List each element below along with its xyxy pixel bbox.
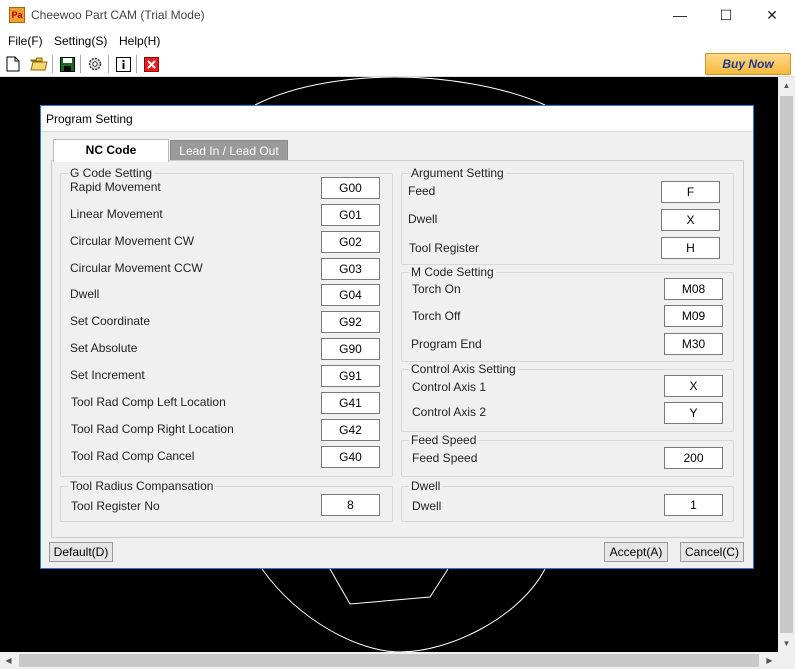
menu-file[interactable]: File(F): [8, 34, 43, 48]
nc-code-tab-page: G Code Setting Rapid Movement G00 Linear M…: [51, 160, 744, 538]
menu-help[interactable]: Help(H): [119, 34, 160, 48]
scroll-up-icon[interactable]: ▲: [778, 77, 795, 94]
field-label: Torch Off: [412, 309, 461, 323]
field-label: Linear Movement: [70, 207, 163, 221]
field-label: Dwell: [70, 287, 100, 301]
title-bar: Pa Cheewoo Part CAM (Trial Mode) — ☐ ✕: [0, 0, 795, 31]
dialog-title: Program Setting: [41, 106, 753, 132]
field-label: Feed Speed: [412, 451, 478, 465]
g-code-input[interactable]: G92: [321, 311, 380, 333]
field-label: Feed: [408, 184, 436, 198]
group-title: Dwell: [409, 479, 443, 493]
dwell-group: Dwell Dwell 1: [401, 479, 734, 522]
group-title: Control Axis Setting: [409, 362, 518, 376]
settings-gear-icon[interactable]: [85, 54, 105, 74]
scroll-down-icon[interactable]: ▼: [778, 635, 795, 652]
field-label: Set Increment: [70, 368, 145, 382]
toolbar-separator: [136, 55, 137, 73]
field-label: Program End: [411, 337, 482, 351]
delete-icon[interactable]: [141, 54, 161, 74]
m-code-setting-group: M Code Setting Torch On M08 Torch Off M0…: [401, 265, 734, 362]
save-icon[interactable]: [57, 54, 77, 74]
new-file-icon[interactable]: [3, 54, 23, 74]
g-code-input[interactable]: G40: [321, 446, 380, 468]
vertical-scroll-thumb[interactable]: [780, 96, 793, 633]
scroll-right-icon[interactable]: ▶: [761, 652, 778, 669]
maximize-button[interactable]: ☐: [703, 0, 749, 31]
cancel-button[interactable]: Cancel(C): [680, 542, 744, 562]
group-title: Argument Setting: [409, 166, 506, 180]
menu-setting[interactable]: Setting(S): [54, 34, 107, 48]
scroll-left-icon[interactable]: ◀: [0, 652, 17, 669]
open-folder-icon[interactable]: [29, 54, 49, 74]
tab-lead-in-lead-out[interactable]: Lead In / Lead Out: [170, 140, 288, 161]
feed-arg-input[interactable]: F: [661, 181, 720, 203]
field-label: Circular Movement CW: [70, 234, 195, 248]
field-label: Torch On: [412, 282, 461, 296]
dwell-arg-input[interactable]: X: [661, 209, 720, 231]
g-code-setting-group: G Code Setting Rapid Movement G00 Linear M…: [60, 166, 393, 477]
control-axis-2-input[interactable]: Y: [664, 402, 723, 424]
dwell-input[interactable]: 1: [664, 494, 723, 516]
tool-register-no-input[interactable]: 8: [321, 494, 380, 516]
g-code-input[interactable]: G02: [321, 231, 380, 253]
tool-register-arg-input[interactable]: H: [661, 237, 720, 259]
control-axis-1-input[interactable]: X: [664, 375, 723, 397]
program-setting-dialog: Program Setting NC Code Lead In / Lead O…: [40, 105, 754, 569]
toolbar-separator: [108, 55, 109, 73]
field-label: Tool Register No: [71, 499, 160, 513]
feed-speed-group: Feed Speed Feed Speed 200: [401, 433, 734, 477]
group-title: M Code Setting: [409, 265, 496, 279]
field-label: Dwell: [408, 212, 438, 226]
program-end-input[interactable]: M30: [664, 333, 723, 355]
feed-speed-input[interactable]: 200: [664, 447, 723, 469]
torch-off-input[interactable]: M09: [664, 305, 723, 327]
g-code-input[interactable]: G41: [321, 392, 380, 414]
default-button[interactable]: Default(D): [49, 542, 113, 562]
g-code-input[interactable]: G04: [321, 284, 380, 306]
menu-bar: File(F) Setting(S) Help(H): [0, 31, 795, 51]
group-title: Tool Radius Compansation: [68, 479, 216, 493]
close-button[interactable]: ✕: [749, 0, 795, 31]
g-code-input[interactable]: G03: [321, 258, 380, 280]
g-code-input[interactable]: G90: [321, 338, 380, 360]
toolbar-separator: [52, 55, 53, 73]
field-label: Tool Rad Comp Left Location: [71, 395, 226, 409]
field-label: Control Axis 1: [412, 380, 487, 394]
buy-now-button[interactable]: Buy Now: [705, 53, 791, 75]
group-title: Feed Speed: [409, 433, 479, 447]
scrollbar-corner: [778, 652, 795, 669]
field-label: Set Coordinate: [70, 314, 151, 328]
minimize-button[interactable]: —: [657, 0, 703, 31]
field-label: Dwell: [412, 499, 442, 513]
field-label: Set Absolute: [70, 341, 138, 355]
field-label: Tool Rad Comp Right Location: [71, 422, 234, 436]
field-label: Rapid Movement: [70, 180, 161, 194]
horizontal-scroll-thumb[interactable]: [19, 654, 759, 667]
g-code-input[interactable]: G91: [321, 365, 380, 387]
field-label: Circular Movement CCW: [70, 261, 203, 275]
horizontal-scrollbar[interactable]: ◀ ▶: [0, 652, 778, 669]
tab-nc-code[interactable]: NC Code: [53, 139, 169, 162]
argument-setting-group: Argument Setting Feed F Dwell X Tool Reg…: [401, 166, 734, 265]
torch-on-input[interactable]: M08: [664, 278, 723, 300]
g-code-input[interactable]: G01: [321, 204, 380, 226]
control-axis-group: Control Axis Setting Control Axis 1 X Co…: [401, 362, 734, 432]
g-code-input[interactable]: G42: [321, 419, 380, 441]
field-label: Control Axis 2: [412, 405, 487, 419]
window-title: Cheewoo Part CAM (Trial Mode): [31, 8, 205, 22]
group-title: G Code Setting: [68, 166, 155, 180]
field-label: Tool Rad Comp Cancel: [71, 449, 195, 463]
field-label: Tool Register: [409, 241, 480, 255]
tool-radius-group: Tool Radius Compansation Tool Register N…: [60, 479, 393, 522]
toolbar: Buy Now: [0, 51, 795, 77]
g-code-input[interactable]: G00: [321, 177, 380, 199]
toolbar-separator: [80, 55, 81, 73]
app-icon: Pa: [9, 7, 25, 23]
info-icon[interactable]: [113, 54, 133, 74]
vertical-scrollbar[interactable]: ▲ ▼: [778, 77, 795, 652]
accept-button[interactable]: Accept(A): [604, 542, 668, 562]
